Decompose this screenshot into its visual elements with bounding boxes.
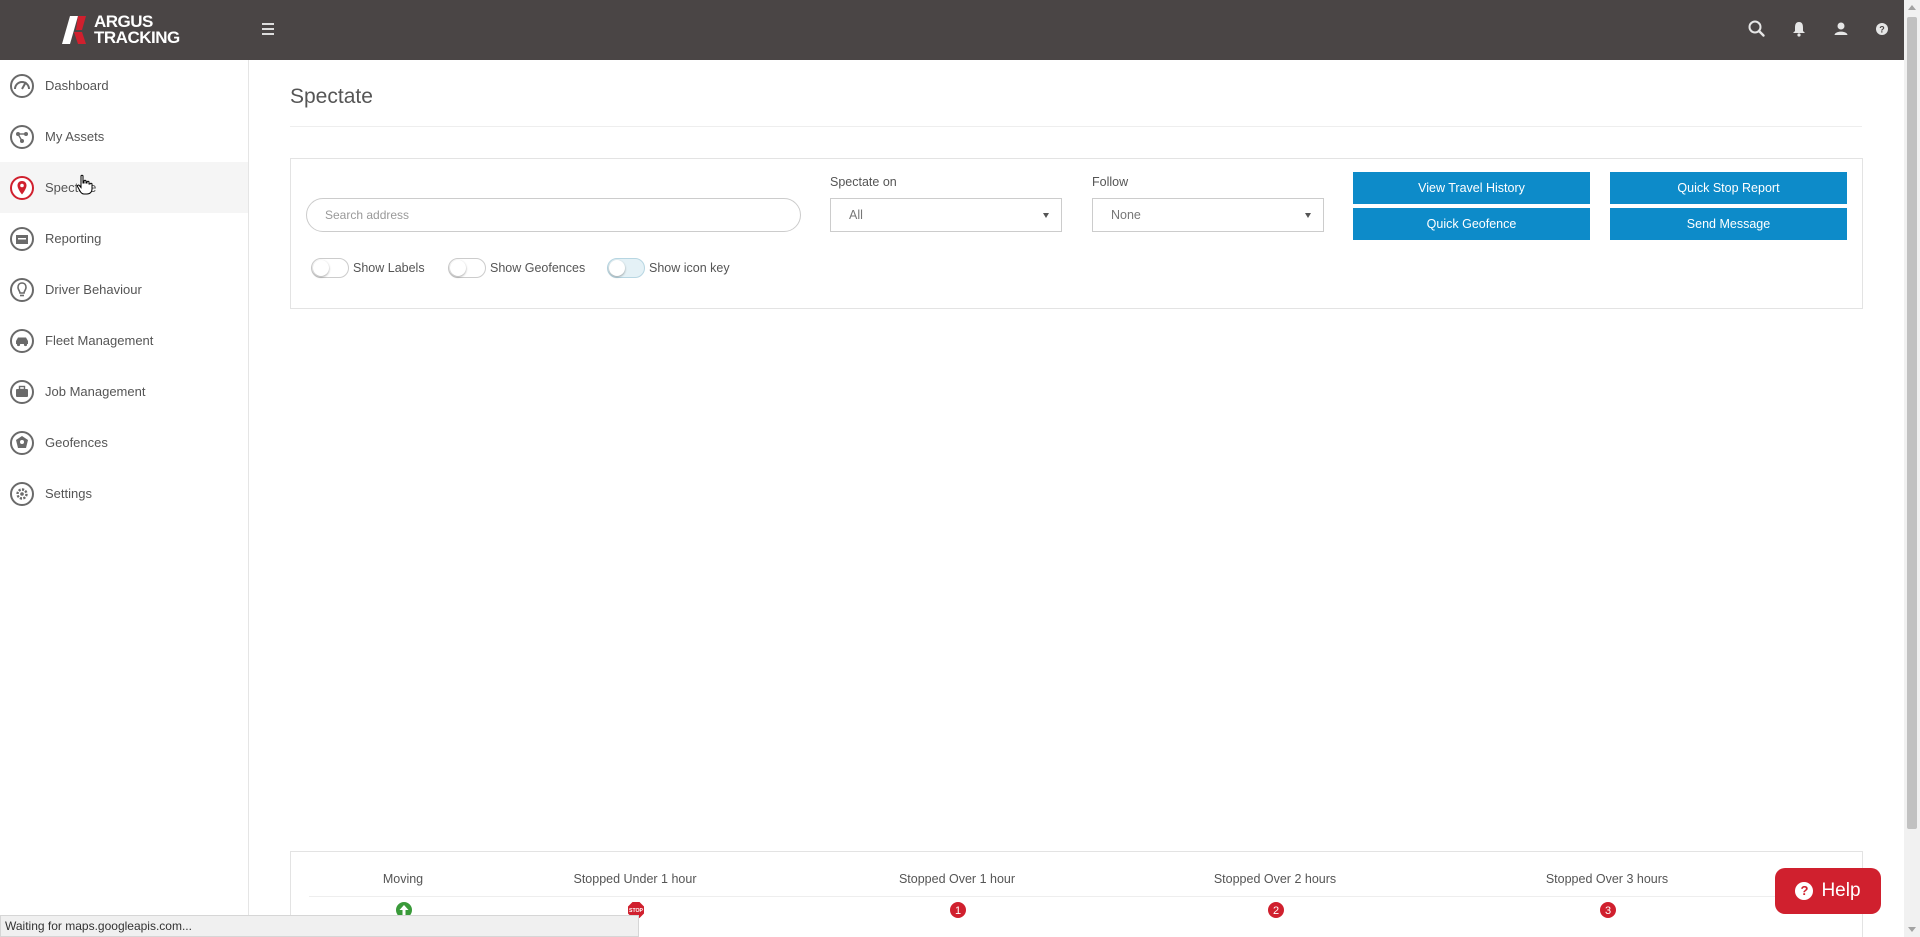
legend-label: Stopped Over 3 hours (1545, 872, 1669, 886)
logo-text: ARGUS TRACKING (94, 13, 180, 47)
svg-text:?: ? (1879, 25, 1885, 35)
number-pin-icon: 3 (1600, 902, 1616, 918)
quick-geofence-button[interactable]: Quick Geofence (1353, 208, 1590, 240)
logo-mark-icon (62, 16, 86, 44)
user-icon[interactable] (1830, 18, 1852, 40)
title-divider (290, 126, 1862, 127)
top-bar: ARGUS TRACKING ? (0, 0, 1904, 60)
bell-icon[interactable] (1788, 18, 1810, 40)
gear-icon (10, 481, 34, 506)
show-labels-toggle[interactable]: Show Labels (311, 257, 425, 279)
sidebar-item-geofences[interactable]: Geofences (0, 417, 248, 468)
sidebar-item-label: Job Management (45, 384, 146, 399)
sidebar-item-label: My Assets (45, 129, 105, 144)
lightbulb-icon (10, 277, 34, 302)
stop-sign-text: STOP (629, 908, 644, 914)
marker-number: 3 (1605, 905, 1611, 917)
sidebar-item-fleet-management[interactable]: Fleet Management (0, 315, 248, 366)
help-label: Help (1821, 880, 1861, 901)
scroll-down-icon[interactable] (1908, 927, 1916, 932)
report-icon (10, 226, 34, 251)
menu-icon[interactable] (262, 20, 278, 40)
legend-item-stopped-under-1-hour: Stopped Under 1 hour STOP (525, 872, 745, 918)
map-pin-icon (10, 175, 34, 200)
toggle-switch[interactable] (448, 258, 486, 278)
sidebar-item-label: Settings (45, 486, 92, 501)
scroll-thumb[interactable] (1907, 17, 1917, 829)
argus-tracking-logo[interactable]: ARGUS TRACKING (60, 12, 200, 48)
legend-label: Stopped Under 1 hour (573, 872, 697, 886)
scroll-up-icon[interactable] (1908, 5, 1916, 10)
legend-item-moving: Moving (293, 872, 513, 918)
marker-number: 2 (1273, 905, 1279, 917)
sidebar-item-spectate[interactable]: Spectate (0, 162, 248, 213)
legend-label: Moving (382, 872, 424, 886)
legend-item-stopped-over-2-hours: Stopped Over 2 hours 2 (1165, 872, 1385, 918)
question-icon[interactable]: ? (1871, 18, 1893, 40)
sidebar-item-label: Reporting (45, 231, 102, 246)
search-address-input[interactable] (306, 198, 801, 232)
sidebar-item-reporting[interactable]: Reporting (0, 213, 248, 264)
browser-status-bar: Waiting for maps.googleapis.com... (0, 915, 639, 937)
geofence-icon (10, 430, 34, 455)
sidebar-item-settings[interactable]: Settings (0, 468, 248, 519)
show-icon-key-label: Show icon key (649, 261, 730, 275)
sidebar-item-driver-behaviour[interactable]: Driver Behaviour (0, 264, 248, 315)
sidebar-item-my-assets[interactable]: My Assets (0, 111, 248, 162)
show-geofences-toggle[interactable]: Show Geofences (448, 257, 585, 279)
sidebar-item-dashboard[interactable]: Dashboard (0, 60, 248, 111)
follow-value: None (1111, 208, 1141, 222)
sidebar-item-job-management[interactable]: Job Management (0, 366, 248, 417)
sidebar-item-label: Fleet Management (45, 333, 154, 348)
quick-stop-report-button[interactable]: Quick Stop Report (1610, 172, 1847, 204)
legend-divider (309, 896, 1844, 897)
sidebar-item-label: Dashboard (45, 78, 109, 93)
spectate-on-select[interactable]: All (830, 198, 1062, 232)
sidebar: Dashboard My Assets Spectate Reporting D… (0, 60, 249, 937)
chevron-down-icon (1305, 213, 1311, 218)
toggle-switch[interactable] (311, 258, 349, 278)
assets-icon (10, 124, 34, 149)
question-circle-icon: ? (1795, 882, 1814, 900)
follow-label: Follow (1092, 175, 1129, 189)
toggle-knob (313, 260, 329, 276)
page-title: Spectate (290, 85, 373, 108)
toggle-switch[interactable] (607, 258, 645, 278)
follow-select[interactable]: None (1092, 198, 1324, 232)
legend-item-stopped-over-3-hours: Stopped Over 3 hours 3 (1497, 872, 1717, 918)
toggle-knob (609, 260, 625, 276)
legend-label: Stopped Over 2 hours (1213, 872, 1337, 886)
marker-number: 1 (955, 905, 961, 917)
car-icon (10, 328, 34, 353)
chevron-down-icon (1043, 213, 1049, 218)
legend-item-stopped-over-1-hour: Stopped Over 1 hour 1 (847, 872, 1067, 918)
number-pin-icon: 1 (950, 902, 966, 918)
spectate-controls-panel: Spectate on All Follow None View Travel … (290, 158, 1863, 309)
spectate-on-label: Spectate on (830, 175, 897, 189)
sidebar-item-label: Driver Behaviour (45, 282, 142, 297)
number-pin-icon: 2 (1268, 902, 1284, 918)
gauge-icon (10, 73, 34, 98)
search-icon[interactable] (1746, 18, 1768, 40)
briefcase-icon (10, 379, 34, 404)
view-travel-history-button[interactable]: View Travel History (1353, 172, 1590, 204)
logo-line-2: TRACKING (94, 28, 180, 47)
show-icon-key-toggle[interactable]: Show icon key (607, 257, 730, 279)
help-button[interactable]: ? Help (1775, 868, 1881, 914)
show-labels-label: Show Labels (353, 261, 425, 275)
toggle-knob (450, 260, 466, 276)
sidebar-item-label: Spectate (45, 180, 97, 195)
legend-label: Stopped Over 1 hour (898, 872, 1016, 886)
show-geofences-label: Show Geofences (490, 261, 586, 275)
send-message-button[interactable]: Send Message (1610, 208, 1847, 240)
sidebar-item-label: Geofences (45, 435, 108, 450)
vertical-scrollbar[interactable] (1904, 0, 1920, 937)
spectate-on-value: All (849, 208, 863, 222)
